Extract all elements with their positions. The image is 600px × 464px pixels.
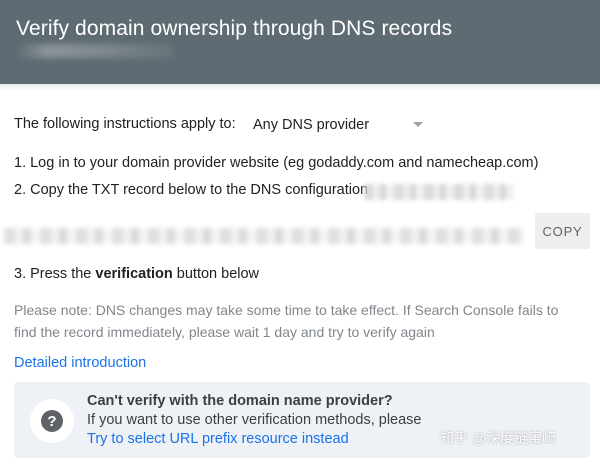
header-shadow [0,84,600,90]
step-3-suffix: button below [172,266,260,282]
dns-note: Please note: DNS changes may take some t… [14,302,559,340]
apply-label: The following instructions apply to: [14,116,236,132]
watermark: 知乎 @深度链寓崎 [440,430,557,446]
question-mark-glyph: ? [41,410,63,432]
redacted-domain [16,44,174,58]
txt-record-field[interactable] [0,214,535,252]
dialog-title: Verify domain ownership through DNS reco… [16,17,453,40]
redacted-txt-record [4,228,524,244]
step-3-text: 3. Press the verification button below [14,266,259,282]
card-title: Can't verify with the domain name provid… [87,393,393,409]
step-3-prefix: 3. Press the [14,266,96,282]
copy-button[interactable]: COPY [535,213,590,249]
dropdown-caret-icon [413,122,423,127]
redacted-config-text [364,184,514,200]
step-1-text: 1. Log in to your domain provider websit… [14,155,539,171]
card-text: If you want to use other verification me… [87,412,422,428]
help-icon: ? [30,399,74,443]
dns-provider-select[interactable]: Any DNS provider [253,113,431,137]
dns-provider-value: Any DNS provider [253,117,370,133]
step-2-text: 2. Copy the TXT record below to the DNS … [14,182,369,198]
url-prefix-link[interactable]: Try to select URL prefix resource instea… [87,431,349,447]
dialog-header: Verify domain ownership through DNS reco… [0,0,600,84]
detailed-introduction-link[interactable]: Detailed introduction [14,355,146,371]
step-3-bold: verification [95,266,173,282]
